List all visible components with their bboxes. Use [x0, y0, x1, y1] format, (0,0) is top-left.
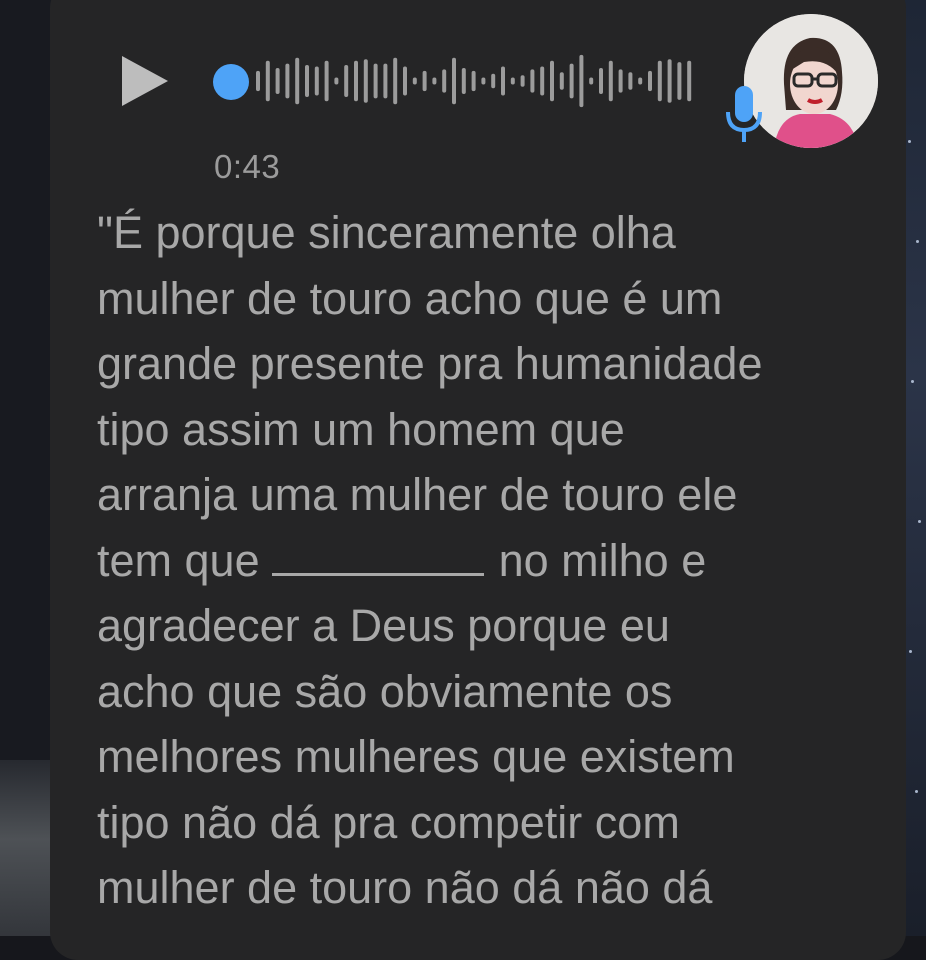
waveform-bar [501, 66, 505, 96]
waveform-bar [520, 75, 525, 87]
waveform-bar [324, 60, 329, 102]
waveform-bar [608, 60, 613, 102]
avatar[interactable] [744, 14, 878, 148]
waveform-bar [373, 63, 378, 99]
waveform-bar [363, 59, 368, 103]
waveform-bar [275, 67, 280, 95]
transcript-line: melhores mulheres que existem [97, 731, 735, 782]
waveform-bar [334, 77, 339, 85]
star-dot [916, 240, 919, 243]
waveform-bar [638, 77, 643, 85]
transcript-line: mulher de touro acho que é um [97, 272, 723, 324]
waveform-bar [383, 63, 388, 99]
star-dot [918, 520, 921, 523]
waveform-bar [295, 57, 300, 105]
waveform-bar [677, 62, 682, 100]
waveform-bar [569, 63, 574, 99]
waveform-bar [452, 57, 456, 105]
waveform-bar [599, 67, 603, 95]
transcript-line: arranja uma mulher de touro ele [97, 469, 738, 520]
waveform-bar [265, 60, 270, 102]
waveform-bar [393, 57, 398, 105]
transcript-line: agradecer a Deus porque eu [97, 600, 670, 651]
waveform-bar [461, 67, 466, 95]
waveform-bar [657, 60, 662, 102]
transcript-line: acho que são obviamente os [97, 665, 673, 717]
blank-line [272, 531, 485, 576]
waveform-bar [481, 77, 486, 85]
transcript-line: grande presente pra humanidade [97, 338, 763, 389]
transcript-line: tem que [97, 534, 273, 586]
waveform-bar [491, 73, 496, 89]
waveform-bar [687, 60, 692, 102]
waveform-bar [471, 70, 476, 92]
waveform-bar [510, 77, 515, 85]
voice-duration: 0:43 [214, 148, 281, 185]
voice-transcript: "É porque sinceramente olha mulher de to… [97, 200, 887, 921]
transcript-line: no milho e [486, 534, 707, 586]
transcript-line: tipo não dá pra competir com [97, 796, 680, 848]
waveform-bar [559, 72, 564, 90]
waveform-bar [412, 77, 417, 85]
star-dot [908, 140, 911, 143]
waveform-bar [442, 69, 447, 93]
waveform-bar [530, 69, 535, 93]
star-dot [915, 790, 918, 793]
audio-waveform[interactable] [212, 48, 692, 114]
waveform-bar [344, 65, 349, 97]
waveform-bar [589, 77, 594, 85]
waveform-bar [667, 59, 672, 103]
transcript-line: tipo assim um homem que [97, 403, 625, 455]
avatar-image [744, 14, 878, 148]
transcript-line: mulher de touro não dá não dá [97, 862, 713, 913]
microphone-icon [726, 86, 762, 142]
waveform-bar [403, 66, 407, 96]
waveform-bar [579, 54, 584, 108]
waveform-bar [618, 69, 623, 93]
waveform-bar [432, 77, 437, 85]
waveform-bar [550, 60, 554, 102]
waveform-bar [256, 70, 260, 92]
waveform-bar [540, 66, 545, 96]
play-icon[interactable] [122, 56, 168, 106]
transcript-line: "É porque sinceramente olha [97, 207, 676, 258]
waveform-bar [648, 70, 652, 92]
waveform-bar [314, 66, 319, 96]
waveform-bar [628, 72, 633, 90]
waveform-bar [422, 70, 427, 92]
waveform-bar [354, 60, 358, 102]
star-dot [909, 650, 912, 653]
playback-scrubber[interactable] [213, 64, 249, 100]
star-dot [911, 380, 914, 383]
waveform-bar [305, 65, 309, 97]
waveform-bar [285, 63, 290, 99]
